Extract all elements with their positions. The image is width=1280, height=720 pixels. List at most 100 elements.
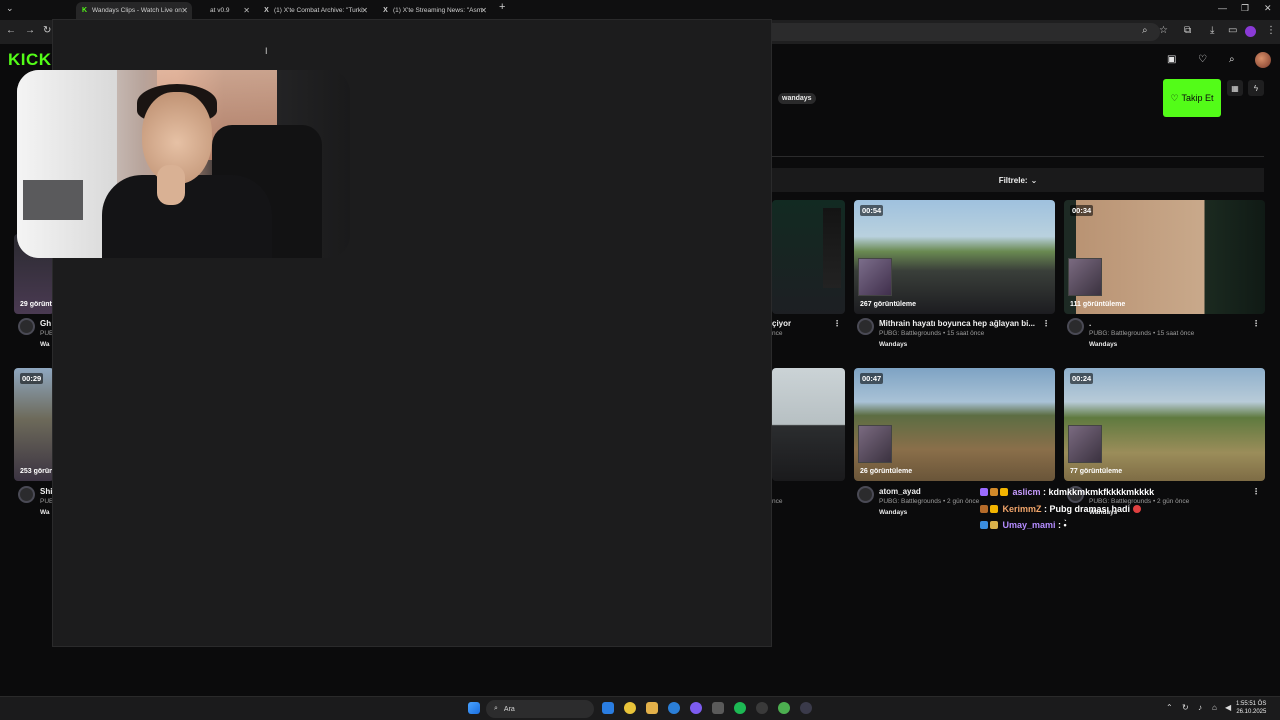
- sync-icon[interactable]: ↻: [1182, 703, 1189, 712]
- clip-title[interactable]: Shi: [40, 487, 52, 496]
- search-icon[interactable]: ⌕: [1229, 54, 1235, 65]
- discord-icon[interactable]: [690, 702, 702, 714]
- clip-subtitle: PUBG: Battlegrounds • 2 gün önce: [879, 498, 980, 505]
- tab-title: Wandays Clips - Watch Live on: [92, 7, 182, 14]
- tab-combat-archive[interactable]: X (1) X'te Combat Archive: "Turki ✕: [258, 2, 372, 19]
- clip-duration: 00:54: [860, 205, 884, 216]
- clip-menu-icon[interactable]: ⋮: [1252, 487, 1260, 496]
- minimize-icon[interactable]: —: [1218, 3, 1227, 13]
- app-icon[interactable]: [668, 702, 680, 714]
- chat-message: aslicm : kdmkkmkmkfkkkkmkkkk: [980, 487, 1154, 497]
- clip-title[interactable]: Gh: [40, 319, 51, 328]
- spotify-icon[interactable]: [734, 702, 746, 714]
- lightning-icon: ϟ: [1253, 83, 1259, 93]
- system-clock[interactable]: 1:55:51 ÖS 26.10.2025: [1236, 700, 1266, 716]
- channel-avatar[interactable]: [18, 486, 35, 503]
- app-icon[interactable]: [756, 702, 768, 714]
- tab-streaming-news[interactable]: X (1) X'te Streaming News: "Asm ✕: [377, 2, 491, 19]
- close-tab-icon[interactable]: ✕: [181, 2, 188, 19]
- chat-separator: :: [1055, 520, 1064, 530]
- tray-chevron-icon[interactable]: ⌃: [1166, 703, 1173, 712]
- download-icon[interactable]: ⤓: [1210, 25, 1214, 36]
- channel-avatar[interactable]: [18, 318, 35, 335]
- kick-logo[interactable]: KICK: [8, 50, 52, 70]
- tab-wandays-clips[interactable]: K Wandays Clips - Watch Live on ✕: [76, 2, 192, 19]
- restore-icon[interactable]: ❐: [1241, 3, 1249, 14]
- user-avatar[interactable]: [1255, 52, 1271, 68]
- bookmark-star-icon[interactable]: ☆: [1159, 25, 1168, 36]
- reload-icon[interactable]: ↻: [43, 25, 51, 36]
- clip-duration: 00:29: [20, 373, 44, 384]
- channel-avatar[interactable]: [857, 318, 874, 335]
- tab-title: at v0.9: [210, 7, 230, 14]
- taskbar-search[interactable]: ⌕ Ara: [486, 700, 594, 718]
- clip-channel[interactable]: Wa: [40, 509, 50, 516]
- extensions-icon[interactable]: ⧉: [1184, 25, 1191, 36]
- close-tab-icon[interactable]: ✕: [243, 2, 250, 19]
- close-tab-icon[interactable]: ✕: [480, 2, 487, 19]
- filter-dropdown[interactable]: Filtrele: ⌄: [772, 168, 1264, 192]
- clip-thumbnail[interactable]: 00:29 253 görün: [14, 368, 54, 481]
- clip-menu-icon[interactable]: ⋮: [833, 319, 841, 328]
- channel-tag[interactable]: wandays: [778, 93, 816, 104]
- gift-icon[interactable]: ▣: [1167, 54, 1176, 65]
- heart-icon[interactable]: ♡: [1198, 54, 1207, 65]
- gift-icon: ▦: [1231, 83, 1239, 93]
- follow-button[interactable]: ♡ Takip Et: [1163, 79, 1221, 117]
- chrome-icon[interactable]: [624, 702, 636, 714]
- clip-title[interactable]: atom_ayad: [879, 487, 921, 496]
- clip-thumbnail[interactable]: 00:24 77 görüntüleme: [1064, 368, 1265, 481]
- clip-thumbnail[interactable]: 00:47 26 görüntüleme: [854, 368, 1055, 481]
- chat-text: kdmkkmkmkfkkkkmkkkk: [1048, 487, 1155, 497]
- clip-menu-icon[interactable]: ⋮: [1252, 319, 1260, 328]
- cast-icon[interactable]: ▭: [1228, 25, 1237, 36]
- window-close-icon[interactable]: ✕: [1264, 3, 1272, 14]
- clip-channel[interactable]: Wandays: [879, 509, 907, 516]
- chat-username[interactable]: aslicm: [1013, 487, 1041, 497]
- clip-duration: 00:47: [860, 373, 884, 384]
- clip-thumbnail[interactable]: 00:54 267 görüntüleme: [854, 200, 1055, 314]
- volume-icon[interactable]: ◀: [1225, 703, 1231, 712]
- chat-username[interactable]: KerimmZ: [1003, 504, 1042, 514]
- app-icon[interactable]: [712, 702, 724, 714]
- clip-subtitle: nce: [772, 330, 783, 337]
- clip-menu-icon[interactable]: ⋮: [1042, 319, 1050, 328]
- app-icon[interactable]: [602, 702, 614, 714]
- forward-icon[interactable]: →: [25, 25, 35, 36]
- clip-channel[interactable]: Wandays: [1089, 341, 1117, 348]
- clip-thumbnail[interactable]: [772, 368, 845, 481]
- clip-channel[interactable]: Wandays: [879, 341, 907, 348]
- back-icon[interactable]: ←: [6, 25, 16, 36]
- browser-icon[interactable]: [778, 702, 790, 714]
- file-explorer-icon[interactable]: [646, 702, 658, 714]
- clip-thumbnail[interactable]: 00:34 111 görüntüleme: [1064, 200, 1265, 314]
- obs-icon[interactable]: [800, 702, 812, 714]
- webcam-overlay: [17, 70, 350, 258]
- network-icon[interactable]: ⌂: [1212, 703, 1217, 712]
- tab-search-icon[interactable]: ⌄: [6, 3, 14, 14]
- more-actions-button[interactable]: ϟ: [1248, 80, 1264, 96]
- tab-v09[interactable]: at v0.9 ✕: [194, 2, 254, 19]
- channel-avatar[interactable]: [857, 486, 874, 503]
- start-icon[interactable]: [468, 702, 480, 714]
- clip-title[interactable]: çiyor: [772, 319, 791, 328]
- clip-views: 267 görüntüleme: [860, 301, 917, 308]
- clip-title[interactable]: Mithrain hayatı boyunca hep ağlayan bi..…: [879, 319, 1035, 328]
- gift-sub-button[interactable]: ▦: [1227, 80, 1243, 96]
- clip-channel[interactable]: Wa: [40, 341, 50, 348]
- zoom-icon[interactable]: ⌕: [1142, 25, 1148, 36]
- clock-time: 1:55:51 ÖS: [1236, 701, 1267, 707]
- clip-title[interactable]: .: [1089, 319, 1091, 328]
- channel-avatar[interactable]: [1067, 318, 1084, 335]
- x-favicon-icon: X: [264, 7, 269, 14]
- clip-views: 77 görüntüleme: [1070, 468, 1123, 475]
- chat-text: Pubg draması hadi: [1049, 504, 1131, 514]
- chat-username[interactable]: Umay_mami: [1003, 520, 1056, 530]
- clip-thumbnail[interactable]: [772, 200, 845, 314]
- new-tab-button[interactable]: +: [499, 1, 505, 13]
- close-tab-icon[interactable]: ✕: [361, 2, 368, 19]
- clip-views: 29 görünt: [20, 301, 52, 308]
- menu-icon[interactable]: ⋮: [1266, 25, 1276, 36]
- mic-icon[interactable]: ♪: [1198, 703, 1202, 712]
- profile-avatar[interactable]: [1245, 26, 1256, 37]
